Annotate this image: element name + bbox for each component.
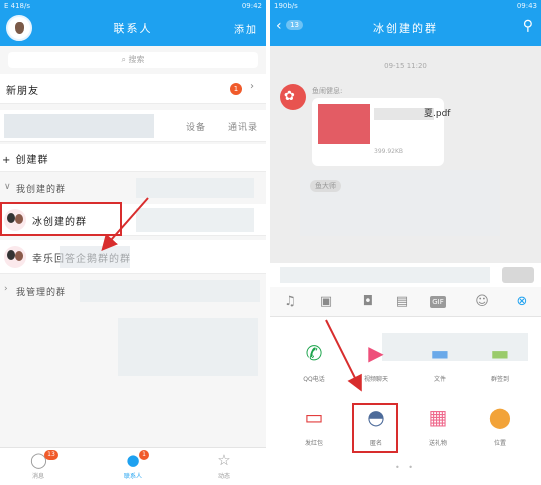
- smile-icon[interactable]: ☺: [474, 294, 490, 310]
- group-checkin-button[interactable]: ▬ 群签到: [470, 340, 530, 383]
- location-button[interactable]: ⬤ 位置: [470, 404, 530, 447]
- file-size: 399.92KB: [374, 148, 404, 155]
- search-icon: ⌕: [121, 55, 129, 64]
- camera-icon[interactable]: ◘: [360, 294, 376, 310]
- tab-messages-label: 消息: [31, 473, 44, 480]
- group-avatar: [4, 246, 26, 268]
- pdf-file-icon: [318, 104, 370, 144]
- blurred-region: [60, 246, 130, 268]
- chevron-down-icon: ∨: [4, 182, 12, 192]
- blurred-region: [118, 318, 258, 376]
- status-time: 09:42: [241, 2, 262, 10]
- tab-contacts-label: 联系人: [123, 473, 142, 480]
- gift-icon: ▦: [428, 405, 448, 429]
- location-icon: ⬤: [488, 405, 512, 429]
- my-groups-label: 我创建的群: [16, 185, 67, 195]
- message-timestamp: 09-15 11:20: [384, 62, 427, 70]
- messages-badge: 13: [44, 450, 58, 460]
- managed-groups-header[interactable]: › 我管理的群: [0, 278, 266, 304]
- sender-avatar-icon: ✿: [284, 89, 295, 104]
- star-icon: ☆: [217, 451, 231, 469]
- video-icon: ▶: [368, 341, 384, 365]
- gift-button[interactable]: ▦ 送礼物: [408, 404, 468, 447]
- blurred-region: [136, 178, 254, 198]
- status-bar: E 418/s 09:42: [0, 0, 266, 12]
- highlight-box: [0, 202, 122, 236]
- checkin-icon: ▬: [490, 341, 510, 365]
- new-friends-row[interactable]: 新朋友 1 ›: [0, 74, 266, 104]
- create-group-row[interactable]: + 创建群: [0, 144, 266, 172]
- new-friends-label: 新朋友: [6, 86, 39, 97]
- managed-groups-label: 我管理的群: [16, 288, 67, 298]
- function-label: 群签到: [490, 376, 509, 383]
- new-friends-badge: 1: [230, 83, 242, 95]
- file-message[interactable]: 夏.pdf 399.92KB: [312, 98, 450, 166]
- tab-moments[interactable]: ☆ 动态: [204, 452, 244, 480]
- emoji-picker-icon[interactable]: ▤: [394, 294, 410, 310]
- image-icon[interactable]: ▣: [318, 294, 334, 310]
- function-label: 视频聊天: [363, 376, 388, 383]
- group-members-icon[interactable]: ⚲: [523, 18, 533, 34]
- contacts-screen: E 418/s 09:42 联系人 添加 ⌕ 搜索 新朋友 1 › 设备 通讯录…: [0, 0, 266, 485]
- tab-contacts[interactable]: ● 联系人 1: [113, 450, 153, 480]
- status-bar: 190b/s 09:43: [270, 0, 541, 12]
- page-indicator: • •: [395, 463, 416, 472]
- bottom-tab-bar: ◯ 消息 13 ● 联系人 1 ☆ 动态: [0, 447, 266, 485]
- blurred-region: [4, 114, 154, 138]
- page-title: 联系人: [113, 22, 153, 35]
- close-icon[interactable]: ⊗: [514, 294, 530, 310]
- file-button[interactable]: ▬ 文件: [410, 340, 470, 383]
- qq-call-button[interactable]: ✆ QQ电话: [284, 340, 344, 383]
- function-label: 发红包: [304, 440, 323, 447]
- file-icon: ▬: [430, 341, 450, 365]
- top-nav: ‹ 13 冰创建的群 ⚲: [270, 12, 541, 46]
- send-button[interactable]: [502, 267, 534, 283]
- mic-icon[interactable]: ♫: [282, 294, 298, 310]
- status-time: 09:43: [516, 2, 537, 10]
- my-groups-header[interactable]: ∨ 我创建的群: [0, 174, 266, 202]
- tab-messages[interactable]: ◯ 消息 13: [18, 450, 58, 480]
- chat-title: 冰创建的群: [373, 22, 438, 35]
- phone-icon: ✆: [305, 341, 323, 365]
- group-chat-screen: 190b/s 09:43 ‹ 13 冰创建的群 ⚲ 09-15 11:20 ✿ …: [270, 0, 541, 485]
- status-left: E 418/s: [4, 2, 31, 10]
- tab-address-book[interactable]: 通讯录: [228, 120, 258, 133]
- sender-name: 鱼闹健息:: [312, 87, 343, 95]
- video-chat-button[interactable]: ▶ 视频聊天: [346, 340, 406, 383]
- status-left: 190b/s: [274, 2, 298, 10]
- function-label: 送礼物: [428, 440, 447, 447]
- chevron-right-icon: ›: [250, 81, 255, 92]
- group-item[interactable]: 幸乐回答企鹅群的群: [0, 240, 266, 274]
- contacts-badge: 1: [139, 450, 149, 460]
- input-toolbar: ♫ ▣ ◘ ▤ GIF ☺ ⊗: [270, 287, 541, 317]
- search-input[interactable]: ⌕ 搜索: [8, 52, 258, 68]
- blurred-region: [136, 208, 254, 232]
- chevron-right-icon: ›: [4, 284, 9, 294]
- tab-moments-label: 动态: [217, 473, 230, 480]
- highlight-box: [352, 403, 398, 453]
- category-tabs-row: 设备 通讯录: [0, 110, 266, 142]
- function-label: 文件: [433, 376, 446, 383]
- blurred-region: [280, 267, 490, 283]
- member-label: 鱼大师: [310, 180, 341, 192]
- file-name: 夏.pdf: [424, 109, 451, 119]
- tab-devices[interactable]: 设备: [186, 120, 206, 133]
- search-placeholder: 搜索: [128, 55, 145, 64]
- function-label: QQ电话: [303, 376, 325, 383]
- blurred-region: [80, 280, 260, 302]
- red-envelope-button[interactable]: ▭ 发红包: [284, 404, 344, 447]
- function-label: 位置: [493, 440, 506, 447]
- gif-icon[interactable]: GIF: [430, 296, 446, 308]
- sender-avatar[interactable]: ✿: [280, 84, 306, 110]
- panel-divider: [266, 0, 270, 485]
- create-group-label: + 创建群: [2, 155, 49, 166]
- add-button[interactable]: 添加: [234, 21, 258, 36]
- message-input[interactable]: [270, 263, 541, 287]
- red-envelope-icon: ▭: [304, 405, 324, 429]
- top-nav: 联系人 添加: [0, 12, 266, 46]
